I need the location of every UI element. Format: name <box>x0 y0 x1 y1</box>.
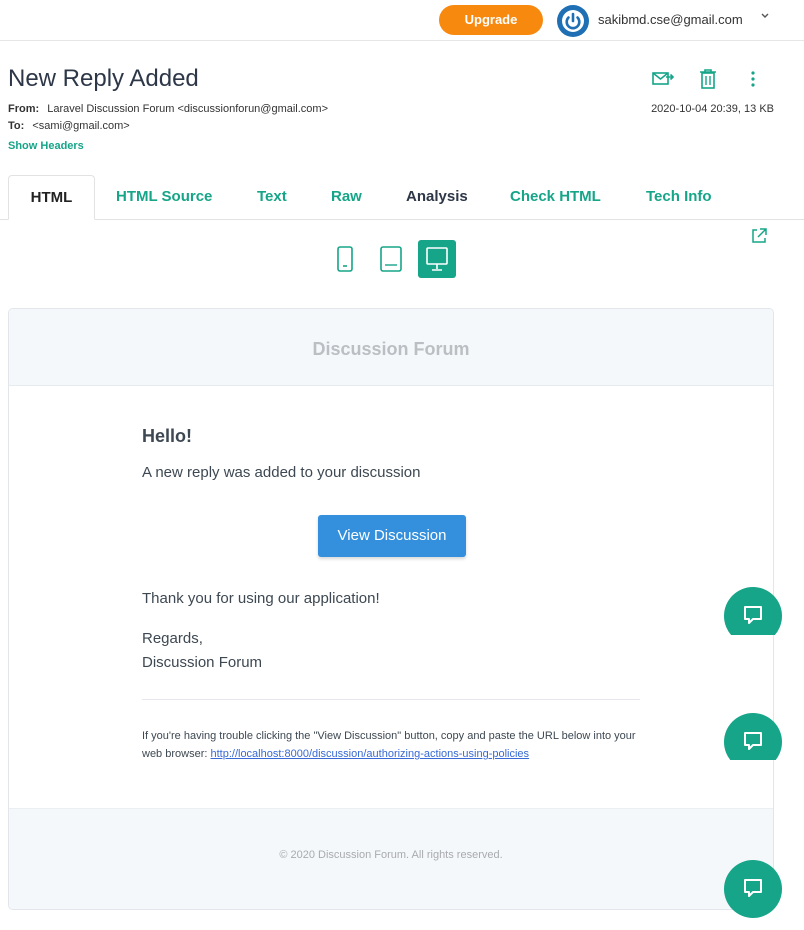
desktop-view-button[interactable] <box>418 240 456 278</box>
chat-widget-clip-1 <box>724 587 784 635</box>
from-label: From: <box>8 103 40 115</box>
view-discussion-button[interactable]: View Discussion <box>318 515 466 557</box>
to-line: To: <sami@gmail.com> <box>8 120 130 132</box>
account-email[interactable]: sakibmd.cse@gmail.com <box>598 12 743 27</box>
message-subject: New Reply Added <box>8 65 199 92</box>
mobile-view-button[interactable] <box>326 240 364 278</box>
email-header-title[interactable]: Discussion Forum <box>9 339 773 360</box>
email-regards: Regards, <box>142 630 203 647</box>
view-tabs: HTML HTML Source Text Raw Analysis Check… <box>0 175 804 220</box>
tab-html[interactable]: HTML <box>8 175 95 220</box>
top-bar: Upgrade sakibmd.cse@gmail.com <box>0 0 804 41</box>
email-subcopy: If you're having trouble clicking the "V… <box>142 727 642 763</box>
email-header: Discussion Forum <box>9 309 773 386</box>
chat-bubble-icon <box>744 606 762 624</box>
external-link-icon[interactable] <box>750 227 768 245</box>
chat-widget-clip-2 <box>724 713 784 760</box>
message-date-size: 2020-10-04 20:39, 13 KB <box>651 103 774 115</box>
tab-html-source[interactable]: HTML Source <box>116 175 212 220</box>
from-line: From: Laravel Discussion Forum <discussi… <box>8 103 328 115</box>
tab-check-html[interactable]: Check HTML <box>510 175 601 220</box>
email-divider <box>142 699 640 700</box>
tab-text[interactable]: Text <box>257 175 287 220</box>
chat-button[interactable] <box>724 587 782 635</box>
to-label: To: <box>8 120 25 132</box>
chat-button[interactable] <box>724 860 782 918</box>
mobile-icon <box>337 246 353 272</box>
tab-raw[interactable]: Raw <box>331 175 362 220</box>
subcopy-link[interactable]: http://localhost:8000/discussion/authori… <box>210 748 529 760</box>
email-preview: Discussion Forum Hello! A new reply was … <box>8 308 774 910</box>
email-footer: © 2020 Discussion Forum. All rights rese… <box>9 808 773 909</box>
tablet-view-button[interactable] <box>372 240 410 278</box>
more-vertical-icon[interactable] <box>741 68 765 90</box>
account-avatar[interactable] <box>557 5 589 37</box>
trash-icon[interactable] <box>696 68 720 90</box>
email-line-1: A new reply was added to your discussion <box>142 464 421 481</box>
upgrade-button[interactable]: Upgrade <box>439 5 543 35</box>
tablet-icon <box>380 246 402 272</box>
from-value: Laravel Discussion Forum <discussionforu… <box>47 103 329 115</box>
desktop-icon <box>426 247 448 271</box>
chevron-down-icon[interactable] <box>760 12 770 23</box>
power-icon <box>562 10 584 32</box>
email-footer-text: © 2020 Discussion Forum. All rights rese… <box>279 849 503 861</box>
tab-tech-info[interactable]: Tech Info <box>646 175 712 220</box>
forward-email-icon[interactable] <box>651 68 675 90</box>
tab-analysis[interactable]: Analysis <box>406 175 468 220</box>
email-line-2: Thank you for using our application! <box>142 590 380 607</box>
chat-bubble-icon <box>744 732 762 750</box>
chat-button[interactable] <box>724 713 782 760</box>
chat-bubble-icon <box>744 879 762 897</box>
to-value: <sami@gmail.com> <box>32 120 130 132</box>
show-headers-link[interactable]: Show Headers <box>8 140 84 152</box>
email-signature: Discussion Forum <box>142 654 263 671</box>
email-greeting: Hello! <box>142 426 193 446</box>
